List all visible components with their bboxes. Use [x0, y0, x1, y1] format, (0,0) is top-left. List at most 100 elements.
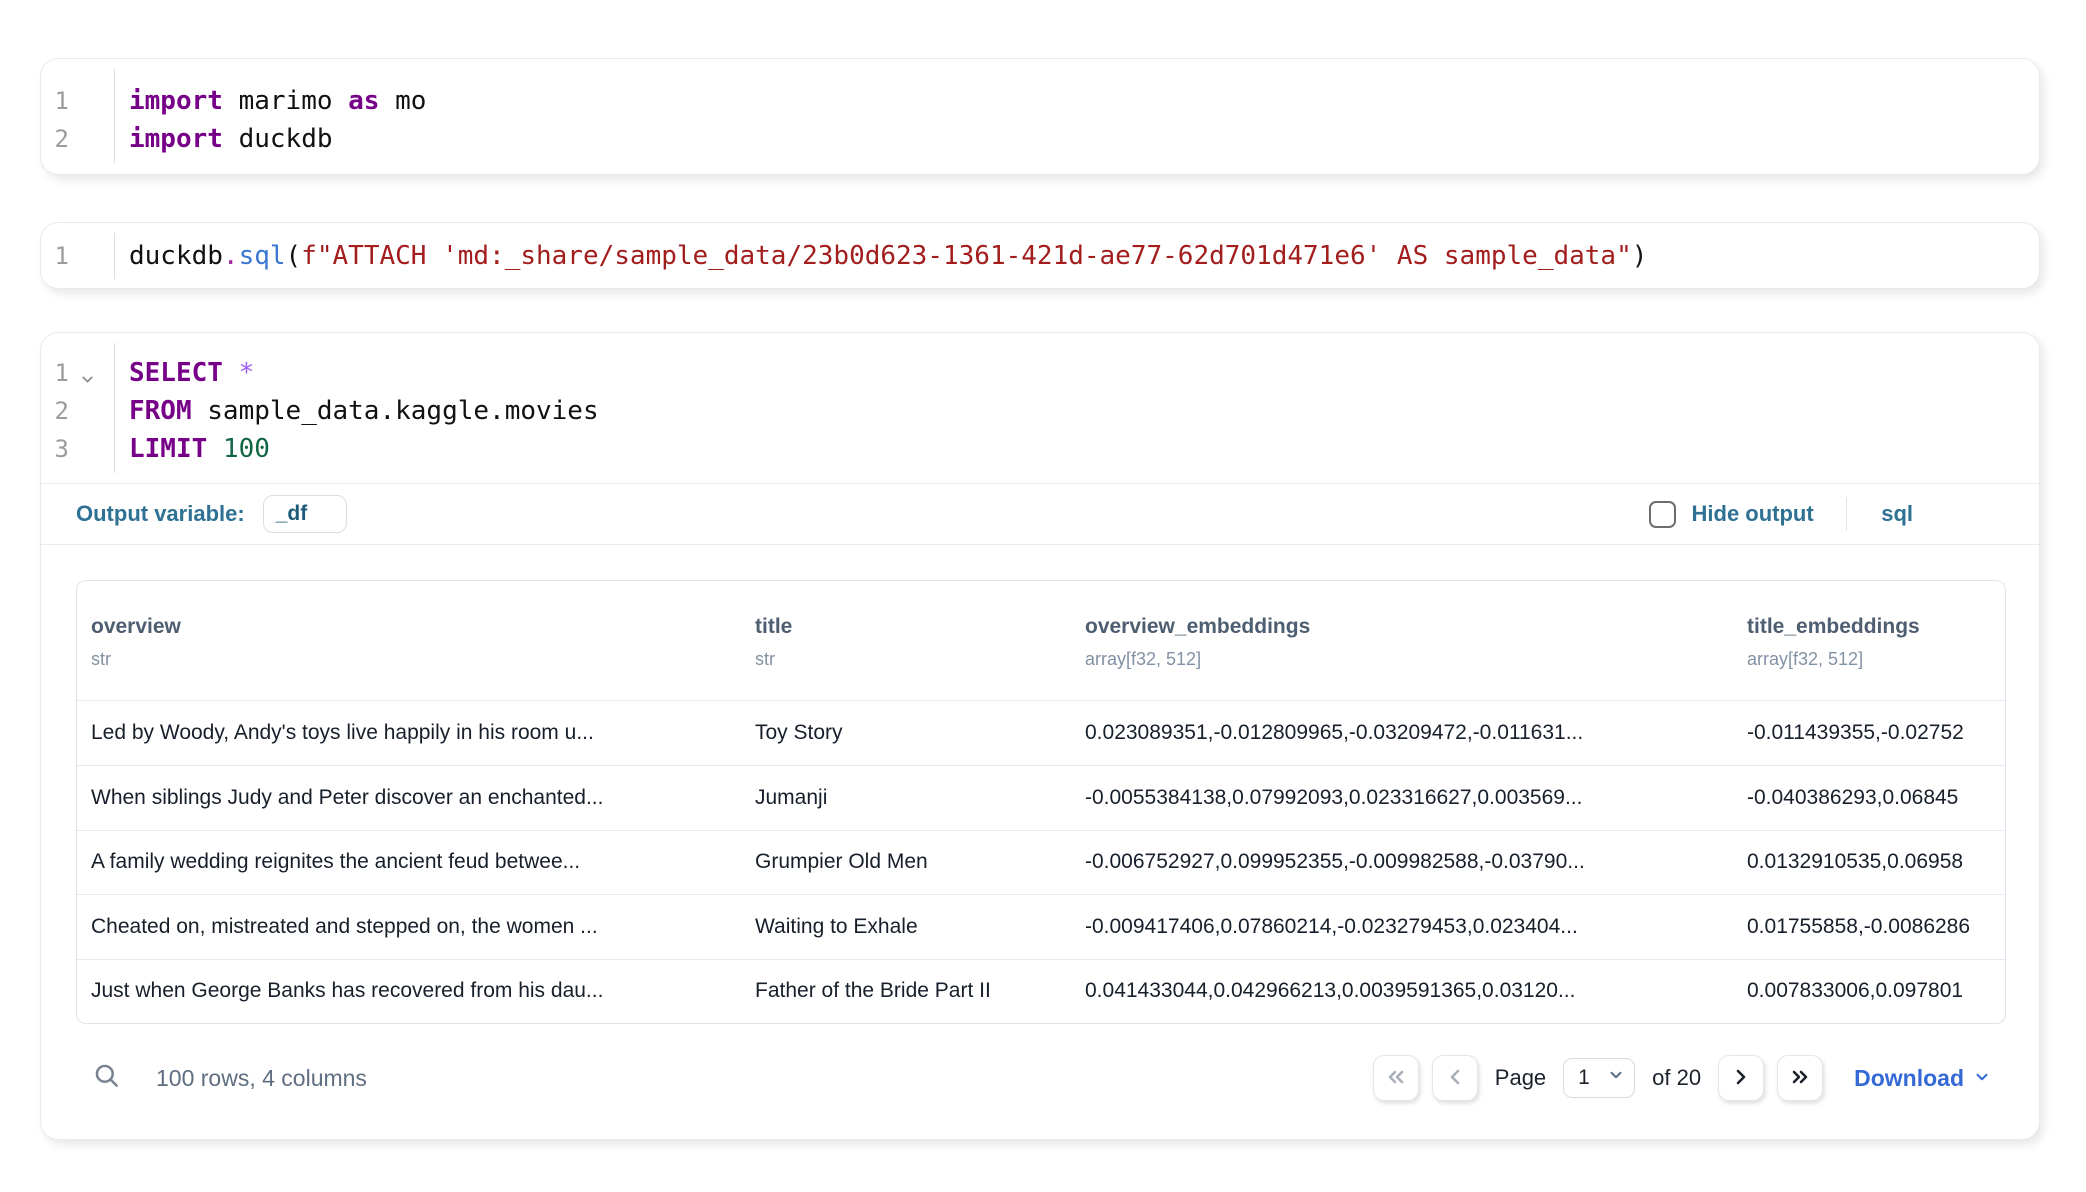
- column-header-title[interactable]: title str: [741, 581, 1071, 700]
- code-editor[interactable]: 1import marimo as mo2import duckdb: [41, 59, 2039, 173]
- sql-cell-toolbar: Output variable: _df Hide output sql: [41, 484, 2039, 544]
- row-count-summary: 100 rows, 4 columns: [156, 1065, 367, 1092]
- column-dtype: str: [91, 649, 727, 670]
- search-icon[interactable]: [93, 1062, 120, 1094]
- code-token: import: [129, 124, 223, 154]
- table-cell: Toy Story: [741, 701, 1071, 765]
- last-page-button[interactable]: [1777, 1055, 1823, 1101]
- page-total-label: of 20: [1652, 1065, 1701, 1091]
- table-cell: Led by Woody, Andy's toys live happily i…: [77, 701, 741, 765]
- table-cell: Waiting to Exhale: [741, 895, 1071, 958]
- code-token: [207, 434, 223, 464]
- column-name: title: [755, 615, 1057, 639]
- code-text: import marimo as mo: [114, 86, 426, 116]
- code-line: 3LIMIT 100: [41, 430, 2039, 468]
- table-cell: 0.007833006,0.097801: [1733, 960, 2005, 1023]
- table-row: Cheated on, mistreated and stepped on, t…: [77, 894, 2005, 958]
- output-variable-input[interactable]: _df: [263, 495, 347, 533]
- hide-output-label[interactable]: Hide output: [1692, 501, 1814, 527]
- line-number: 1: [41, 242, 114, 270]
- column-name: title_embeddings: [1747, 615, 1991, 639]
- code-text: SELECT *: [114, 358, 254, 388]
- code-token: duckdb: [129, 241, 223, 271]
- output-variable-value: _df: [276, 502, 308, 526]
- code-token: import: [129, 86, 223, 116]
- code-token: 100: [223, 434, 270, 464]
- download-button[interactable]: Download: [1854, 1065, 1991, 1092]
- page-label: Page: [1495, 1065, 1546, 1091]
- code-token: *: [239, 358, 255, 388]
- column-dtype: str: [755, 649, 1057, 670]
- table-row: When siblings Judy and Peter discover an…: [77, 765, 2005, 829]
- code-text: FROM sample_data.kaggle.movies: [114, 396, 599, 426]
- code-text: import duckdb: [114, 124, 333, 154]
- code-text: duckdb.sql(f"ATTACH 'md:_share/sample_da…: [114, 241, 1647, 271]
- table-cell: 0.023089351,-0.012809965,-0.03209472,-0.…: [1071, 701, 1733, 765]
- column-name: overview_embeddings: [1085, 615, 1719, 639]
- line-number: 1: [41, 87, 114, 115]
- code-token: LIMIT: [129, 434, 207, 464]
- code-token: [223, 358, 239, 388]
- code-line: 1import marimo as mo: [41, 82, 2039, 120]
- table-row: Led by Woody, Andy's toys live happily i…: [77, 701, 2005, 765]
- table-footer: 100 rows, 4 columns Page 1: [41, 1024, 2039, 1140]
- column-dtype: array[f32, 512]: [1747, 649, 1991, 670]
- page-number-select[interactable]: 1: [1563, 1058, 1635, 1098]
- output-variable-label: Output variable:: [76, 501, 245, 527]
- table-cell: Grumpier Old Men: [741, 831, 1071, 894]
- line-number: 2: [41, 397, 114, 425]
- line-number: 2: [41, 125, 114, 153]
- code-text: LIMIT 100: [114, 434, 270, 464]
- table-row: Just when George Banks has recovered fro…: [77, 959, 2005, 1023]
- prev-page-button[interactable]: [1432, 1055, 1478, 1101]
- table-row: A family wedding reignites the ancient f…: [77, 830, 2005, 894]
- download-label: Download: [1854, 1065, 1964, 1092]
- code-fold-chevron-icon[interactable]: [79, 366, 96, 394]
- column-header-title_embeddings[interactable]: title_embeddings array[f32, 512]: [1733, 581, 2005, 700]
- code-line: 1duckdb.sql(f"ATTACH 'md:_share/sample_d…: [41, 237, 2039, 275]
- code-line: 1SELECT *: [41, 354, 2039, 392]
- table-cell: -0.006752927,0.099952355,-0.009982588,-0…: [1071, 831, 1733, 894]
- chevron-left-icon: [1443, 1065, 1467, 1092]
- chevron-down-icon: [1607, 1066, 1625, 1090]
- first-page-button[interactable]: [1373, 1055, 1419, 1101]
- table-cell: Just when George Banks has recovered fro…: [77, 960, 741, 1023]
- table-cell: -0.040386293,0.06845: [1733, 766, 2005, 829]
- line-number: 1: [41, 359, 114, 387]
- table-cell: -0.0055384138,0.07992093,0.023316627,0.0…: [1071, 766, 1733, 829]
- table-cell: 0.0132910535,0.06958: [1733, 831, 2005, 894]
- column-header-overview[interactable]: overviewstr: [77, 581, 741, 700]
- divider: [1846, 497, 1848, 531]
- table-cell: 0.01755858,-0.0086286: [1733, 895, 2005, 958]
- code-token: marimo: [223, 86, 348, 116]
- code-editor[interactable]: 1duckdb.sql(f"ATTACH 'md:_share/sample_d…: [41, 223, 2039, 289]
- table-cell: -0.011439355,-0.02752: [1733, 701, 2005, 765]
- table-body: Led by Woody, Andy's toys live happily i…: [77, 701, 2005, 1023]
- code-token: as: [348, 86, 379, 116]
- column-header-overview_embeddings[interactable]: overview_embeddingsarray[f32, 512]: [1071, 581, 1733, 700]
- next-page-button[interactable]: [1718, 1055, 1764, 1101]
- table-cell: 0.041433044,0.042966213,0.0039591365,0.0…: [1071, 960, 1733, 1023]
- chevrons-left-icon: [1384, 1065, 1408, 1092]
- data-table: overviewstrtitlestroverview_embeddingsar…: [76, 580, 2006, 1024]
- table-cell: A family wedding reignites the ancient f…: [77, 831, 741, 894]
- code-cell-imports: 1import marimo as mo2import duckdb: [40, 58, 2040, 175]
- code-editor[interactable]: 1SELECT *2FROM sample_data.kaggle.movies…: [41, 333, 2039, 483]
- line-number: 3: [41, 435, 114, 463]
- code-token: sample_data.kaggle.movies: [192, 396, 599, 426]
- code-token: .: [223, 241, 239, 271]
- code-token: (: [286, 241, 302, 271]
- code-token: f"ATTACH 'md:_share/sample_data/23b0d623…: [301, 241, 1632, 271]
- gutter-divider: [114, 343, 115, 473]
- table-cell: -0.009417406,0.07860214,-0.023279453,0.0…: [1071, 895, 1733, 958]
- language-badge[interactable]: sql: [1881, 501, 1913, 527]
- code-token: sql: [239, 241, 286, 271]
- table-header-row: overviewstrtitlestroverview_embeddingsar…: [77, 581, 2005, 701]
- code-token: FROM: [129, 396, 192, 426]
- code-token: SELECT: [129, 358, 223, 388]
- gutter-divider: [114, 233, 115, 279]
- code-token: duckdb: [223, 124, 333, 154]
- table-cell: Father of the Bride Part II: [741, 960, 1071, 1023]
- code-line: 2import duckdb: [41, 120, 2039, 158]
- hide-output-checkbox[interactable]: [1649, 501, 1676, 528]
